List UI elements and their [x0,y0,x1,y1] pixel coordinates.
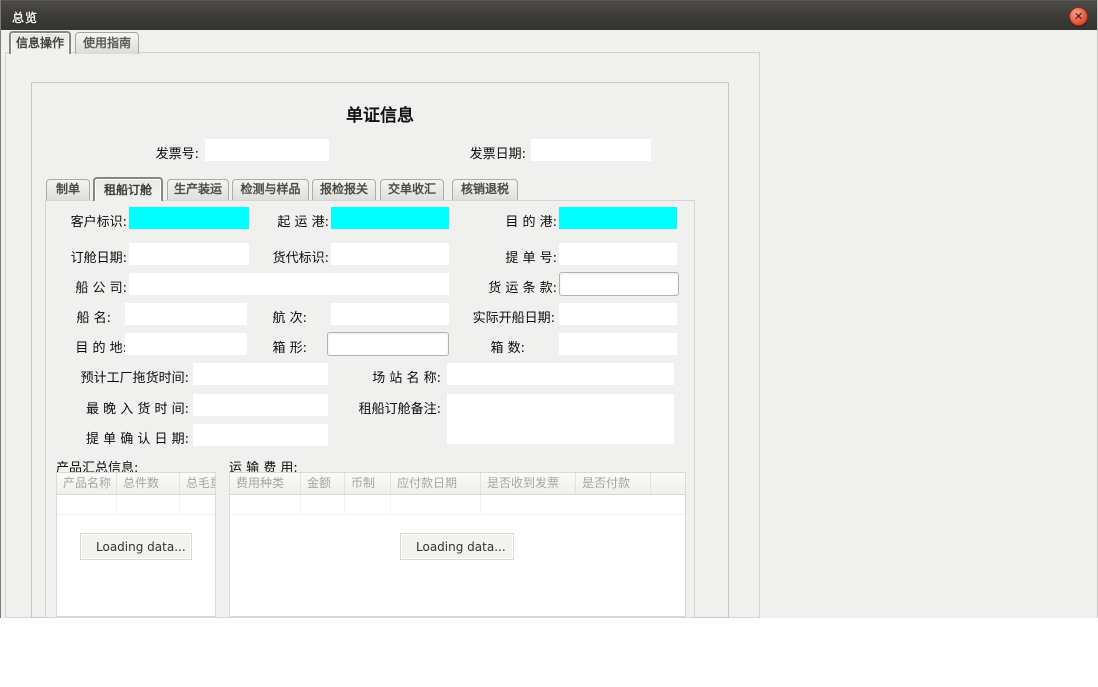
bl-number-input[interactable] [559,243,677,265]
loading-text: Loading data... [416,540,506,554]
close-icon[interactable]: ✕ [1069,7,1088,26]
customer-id-input[interactable] [129,207,249,229]
column-header-cost-type[interactable]: 费用种类 [230,473,301,494]
destination-label: 目 的 地: [41,337,127,356]
actual-departure-date-input[interactable] [559,303,677,325]
container-type-label: 箱 形: [241,337,307,356]
product-table-loading-indicator: Loading data... [80,533,192,560]
bl-confirm-date-label: 提 单 确 认 日 期: [41,428,189,447]
shipping-company-input[interactable] [129,273,449,295]
tab-usage-guide[interactable]: 使用指南 [75,32,139,54]
vessel-name-input[interactable] [125,303,247,325]
app-window: 总览 ✕ 信息操作 使用指南 单证信息 发票号: 发票日期: 制单 租船订舱 生… [0,0,1098,618]
container-count-input[interactable] [559,333,677,355]
subtab-document-creation[interactable]: 制单 [46,179,90,200]
invoice-no-input[interactable] [205,139,329,161]
subtab-production-shipping[interactable]: 生产装运 [167,179,229,200]
page-background [0,618,1098,687]
customer-id-label: 客户标识: [41,211,127,230]
column-header-total-pieces[interactable]: 总件数 [117,473,180,494]
actual-departure-date-label: 实际开船日期: [453,307,555,326]
forwarder-id-input[interactable] [331,243,449,265]
departure-port-input[interactable] [331,207,449,229]
titlebar[interactable]: 总览 ✕ [1,0,1097,30]
tab-info-operations[interactable]: 信息操作 [9,31,71,54]
table-row [57,495,215,515]
bl-confirm-date-input[interactable] [193,424,328,446]
subtab-docs-collection[interactable]: 交单收汇 [380,179,444,200]
vessel-name-label: 船 名: [41,307,111,326]
product-summary-table: 产品名称 总件数 总毛重 Loading data... [56,472,216,617]
subtab-inspection-customs[interactable]: 报检报关 [312,179,376,200]
booking-date-label: 订舱日期: [41,247,127,266]
forwarder-id-label: 货代标识: [241,247,329,266]
column-header-amount[interactable]: 金额 [301,473,345,494]
freight-table-header: 费用种类 金额 币制 应付款日期 是否收到发票 是否付款 [230,473,685,495]
shipping-company-label: 船 公 司: [41,277,127,296]
estimated-factory-pickup-time-input[interactable] [193,363,328,385]
loading-text: Loading data... [96,540,186,554]
booking-remarks-textarea[interactable] [447,394,674,444]
column-header-product-name[interactable]: 产品名称 [57,473,117,494]
page-title: 单证信息 [31,101,729,126]
voyage-input[interactable] [331,303,449,325]
column-header-currency[interactable]: 币制 [345,473,391,494]
invoice-date-label: 发票日期: [441,143,526,162]
container-type-input[interactable] [327,332,449,356]
column-header-paid[interactable]: 是否付款 [576,473,651,494]
latest-cargo-time-label: 最 晚 入 货 时 间: [41,398,189,417]
freight-costs-table: 费用种类 金额 币制 应付款日期 是否收到发票 是否付款 [229,472,686,617]
container-count-label: 箱 数: [447,337,525,356]
subtab-verification-tax-refund[interactable]: 核销退税 [452,179,518,200]
destination-port-label: 目 的 港: [467,211,557,230]
column-header-empty[interactable] [651,473,685,494]
voyage-label: 航 次: [241,307,307,326]
estimated-factory-pickup-time-label: 预计工厂拖货时间: [41,367,189,386]
destination-input[interactable] [125,333,247,355]
booking-remarks-label: 租船订舱备注: [337,398,441,417]
invoice-no-label: 发票号: [121,143,199,162]
freight-table-loading-indicator: Loading data... [400,533,514,560]
subtab-testing-samples[interactable]: 检测与样品 [232,179,309,200]
terminal-name-input[interactable] [447,363,674,385]
column-header-payable-date[interactable]: 应付款日期 [391,473,481,494]
product-table-header: 产品名称 总件数 总毛重 [57,473,215,495]
latest-cargo-time-input[interactable] [193,394,328,416]
destination-port-input[interactable] [559,207,677,229]
bl-number-label: 提 单 号: [467,247,557,266]
table-row [230,495,685,515]
departure-port-label: 起 运 港: [241,211,329,230]
column-header-invoice-received[interactable]: 是否收到发票 [481,473,576,494]
freight-terms-label: 货 运 条 款: [437,277,557,296]
subtab-charter-booking[interactable]: 租船订舱 [93,177,163,201]
terminal-name-label: 场 站 名 称: [337,367,441,386]
booking-date-input[interactable] [129,243,249,265]
window-title: 总览 [12,9,38,26]
freight-terms-input[interactable] [559,272,679,296]
column-header-total-gross-weight[interactable]: 总毛重 [180,473,216,494]
invoice-date-input[interactable] [531,139,651,161]
